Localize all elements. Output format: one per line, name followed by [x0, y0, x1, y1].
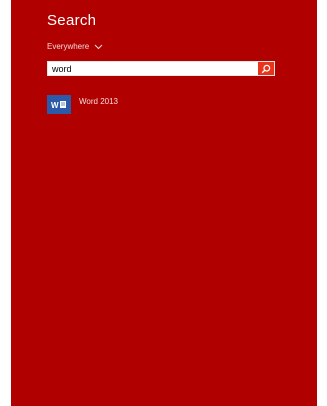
search-scope-label: Everywhere — [47, 42, 90, 51]
search-input[interactable] — [48, 62, 258, 75]
search-scope-dropdown[interactable]: Everywhere — [47, 42, 103, 51]
chevron-down-icon — [94, 44, 103, 49]
search-pane: Search Everywhere W Word 2013 — [11, 0, 317, 406]
search-result-label: Word 2013 — [79, 97, 118, 106]
word-app-icon: W — [47, 95, 71, 114]
search-button[interactable] — [258, 62, 274, 75]
search-icon — [261, 64, 271, 73]
pane-title: Search — [47, 12, 97, 29]
svg-text:W: W — [51, 101, 59, 110]
search-result-item[interactable]: W Word 2013 — [47, 95, 118, 114]
search-box — [47, 61, 275, 76]
